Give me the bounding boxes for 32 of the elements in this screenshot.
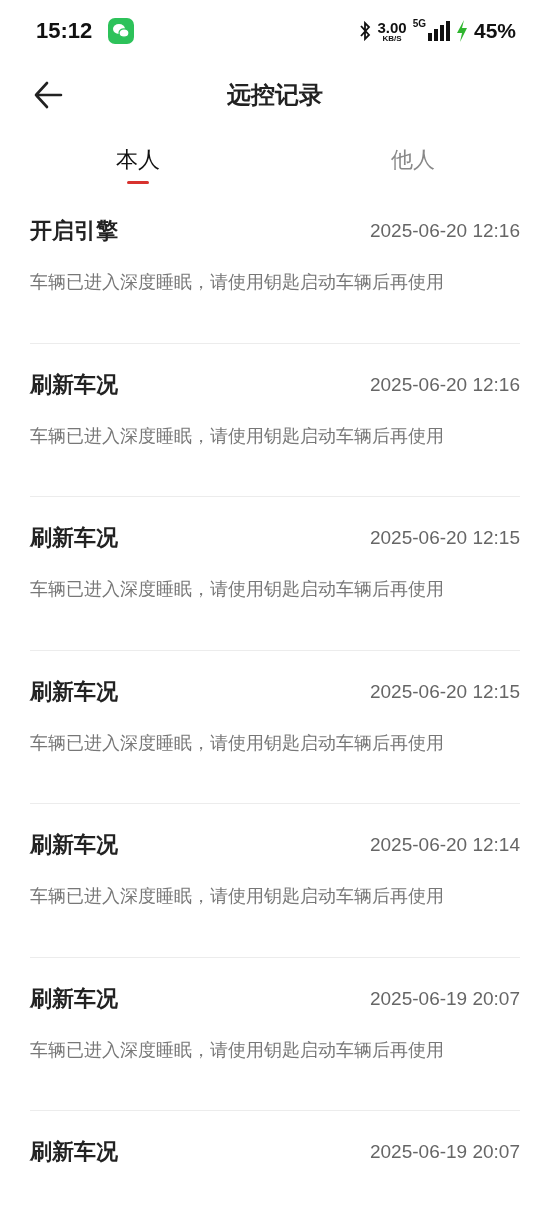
signal-icon (427, 21, 450, 41)
network-speed: 3.00 (377, 19, 407, 35)
network-type: 5G (412, 18, 426, 29)
record-title: 刷新车况 (30, 370, 118, 399)
tab[interactable]: 他人 (390, 128, 435, 190)
record-title: 开启引擎 (30, 217, 118, 245)
tab[interactable]: 本人 (115, 128, 160, 190)
record-message: 车辆已进入深度睡眠，请使用钥匙启动车辆后再使用 (30, 270, 445, 294)
chat-app-icon (108, 18, 135, 44)
record-time: 2025-06-19 20:07 (370, 987, 520, 1010)
record-title: 刷新车况 (30, 1138, 118, 1166)
bluetooth-icon (359, 21, 372, 41)
record-time: 2025-06-20 12:15 (370, 527, 520, 549)
record-message: 车辆已进入深度睡眠，请使用钥匙启动车辆后再使用 (30, 884, 445, 908)
record-message: 车辆已进入深度睡眠，请使用钥匙启动车辆后再使用 (30, 1037, 445, 1062)
record-time: 2025-06-20 12:14 (370, 834, 520, 856)
record-time: 2025-06-20 12:16 (370, 220, 520, 242)
back-icon[interactable] (33, 81, 63, 109)
status-time: 15:12 (36, 18, 93, 44)
record-message: 车辆已进入深度睡眠，请使用钥匙启动车辆后再使用 (30, 730, 445, 755)
record-title: 刷新车况 (30, 677, 118, 706)
record-message: 车辆已进入深度睡眠，请使用钥匙启动车辆后再使用 (30, 577, 445, 601)
record-title: 刷新车况 (30, 524, 118, 552)
record-time: 2025-06-20 12:15 (370, 680, 520, 703)
page-title: 远控记录 (227, 80, 323, 111)
network-speed-unit: KB/S (382, 34, 402, 43)
record-title: 刷新车况 (30, 984, 118, 1013)
battery-percent: 45% (473, 19, 516, 43)
record-time: 2025-06-20 12:16 (370, 373, 520, 396)
record-message: 车辆已进入深度睡眠，请使用钥匙启动车辆后再使用 (30, 423, 445, 448)
record-time: 2025-06-19 20:07 (370, 1141, 520, 1163)
record-title: 刷新车况 (30, 831, 118, 859)
